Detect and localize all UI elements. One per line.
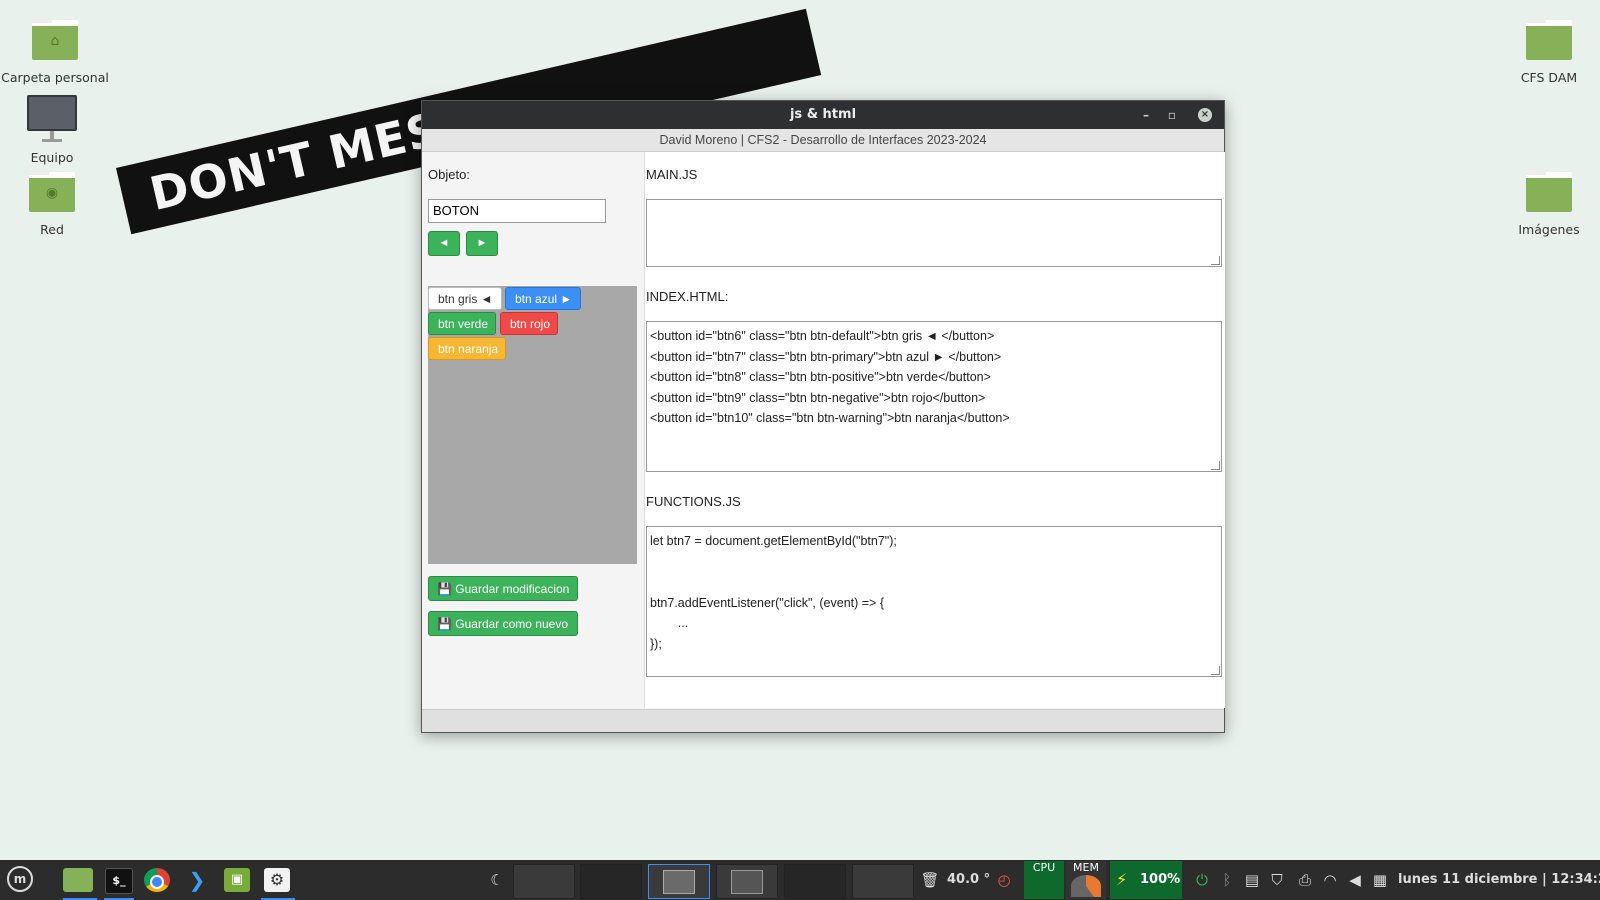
index-html-textarea[interactable]: <button id="btn6" class="btn btn-default…: [646, 321, 1222, 472]
desktop-icon-label: CFS DAM: [1520, 70, 1578, 85]
window-subtitle: David Moreno | CFS2 - Desarrollo de Inte…: [422, 129, 1224, 152]
right-panel: MAIN.JS INDEX.HTML: <button id="btn6" cl…: [644, 152, 1225, 708]
desktop-icon-home[interactable]: ⌂ Carpeta personal: [0, 17, 110, 85]
taskbar: m $_ ❯ ▣ ⚙ ☾ 🗑 40.0 ° ◴ CPU MEM ⚡ 100% ⏻…: [0, 860, 1600, 900]
main-js-textarea[interactable]: [646, 199, 1222, 267]
preview-btn-naranja[interactable]: btn naranja: [428, 337, 506, 360]
preview-btn-rojo[interactable]: btn rojo: [500, 312, 558, 335]
desktop-icon-network[interactable]: ◉ Red: [0, 169, 107, 237]
folder-icon: [1526, 17, 1572, 60]
app-window: js & html – ▫ × David Moreno | CFS2 - De…: [421, 100, 1225, 733]
clock-applet-icon[interactable]: ◴: [994, 860, 1014, 900]
volume-icon[interactable]: ◀: [1345, 860, 1365, 900]
night-mode-icon[interactable]: ☾: [487, 860, 507, 900]
window-title: js & html: [789, 107, 857, 122]
object-input[interactable]: BOTON: [428, 199, 606, 223]
preview-btn-gris[interactable]: btn gris ◄: [428, 287, 502, 310]
index-html-content: <button id="btn6" class="btn btn-default…: [650, 329, 1010, 425]
home-folder-icon: ⌂: [32, 17, 78, 60]
battery-icon: ⚡: [1116, 870, 1128, 889]
workspace-1[interactable]: [513, 864, 575, 899]
vscode-icon[interactable]: ❯: [184, 868, 210, 892]
desktop-icon-label: Equipo: [30, 150, 74, 165]
left-panel: Objeto: BOTON ◄ ► btn gris ◄ btn azul ► …: [422, 152, 643, 708]
close-button[interactable]: ×: [1198, 108, 1212, 122]
chrome-icon[interactable]: [144, 868, 170, 892]
desktop-icon-cfs-dam[interactable]: CFS DAM: [1494, 17, 1600, 85]
workspace-3[interactable]: [648, 864, 710, 899]
button-preview-area: btn gris ◄ btn azul ► btn verde btn rojo…: [428, 286, 637, 564]
cpu-label: CPU: [1032, 861, 1056, 874]
shield-icon[interactable]: ⛉: [1267, 860, 1287, 900]
datetime[interactable]: lunes 11 diciembre | 12:34:28: [1398, 860, 1600, 900]
desktop-icon-label: Red: [40, 222, 64, 237]
terminal-icon[interactable]: $_: [105, 868, 133, 894]
mem-label: MEM: [1073, 861, 1099, 874]
desktop-icon-label: Carpeta personal: [1, 70, 109, 85]
android-studio-icon[interactable]: ▣: [224, 868, 250, 892]
main-js-label: MAIN.JS: [646, 167, 698, 182]
desktop-icon-label: Imágenes: [1518, 222, 1580, 237]
folder-icon: [1526, 169, 1572, 212]
functions-js-label: FUNCTIONS.JS: [646, 494, 741, 509]
window-statusbar: [422, 709, 1224, 732]
object-label: Objeto:: [428, 167, 470, 182]
workspace-6[interactable]: [852, 864, 914, 899]
clipboard-icon[interactable]: ▤: [1242, 860, 1262, 900]
settings-icon[interactable]: ⚙: [264, 868, 290, 892]
temperature-readout: 40.0 °: [947, 872, 991, 887]
next-button[interactable]: ►: [466, 231, 498, 256]
bluetooth-icon[interactable]: ᛒ: [1217, 860, 1237, 900]
desktop-icon-computer[interactable]: Equipo: [0, 95, 107, 165]
power-icon[interactable]: ⏻: [1192, 860, 1212, 900]
keyboard-layout-icon[interactable]: ▦: [1370, 860, 1390, 900]
save-as-new-button[interactable]: 💾 Guardar como nuevo: [428, 611, 578, 636]
computer-icon: [27, 95, 77, 131]
battery-percent: 100%: [1140, 872, 1181, 887]
printer-icon[interactable]: ⎙: [1295, 860, 1315, 900]
index-html-label: INDEX.HTML:: [646, 289, 729, 304]
network-folder-icon: ◉: [29, 169, 75, 212]
wifi-icon[interactable]: ◠: [1320, 860, 1340, 900]
trash-icon[interactable]: 🗑: [920, 860, 940, 900]
prev-button[interactable]: ◄: [428, 231, 460, 256]
workspace-4[interactable]: [716, 864, 778, 899]
cpu-monitor[interactable]: CPU: [1024, 861, 1064, 899]
functions-js-textarea[interactable]: let btn7 = document.getElementById("btn7…: [646, 526, 1222, 677]
minimize-button[interactable]: –: [1134, 101, 1158, 129]
preview-btn-verde[interactable]: btn verde: [428, 312, 496, 335]
functions-js-content: let btn7 = document.getElementById("btn7…: [650, 534, 897, 651]
maximize-button[interactable]: ▫: [1160, 101, 1184, 129]
save-modification-button[interactable]: 💾 Guardar modificacion: [428, 576, 578, 601]
battery-indicator[interactable]: ⚡ 100%: [1110, 861, 1182, 899]
window-titlebar[interactable]: js & html – ▫ ×: [422, 101, 1224, 129]
workspace-2[interactable]: [580, 864, 642, 899]
mint-menu-icon[interactable]: m: [4, 860, 36, 900]
workspace-5[interactable]: [784, 864, 846, 899]
files-icon[interactable]: [63, 868, 93, 892]
mem-monitor[interactable]: MEM: [1066, 861, 1106, 899]
preview-btn-azul[interactable]: btn azul ►: [505, 287, 581, 310]
desktop-icon-imagenes[interactable]: Imágenes: [1494, 169, 1600, 237]
